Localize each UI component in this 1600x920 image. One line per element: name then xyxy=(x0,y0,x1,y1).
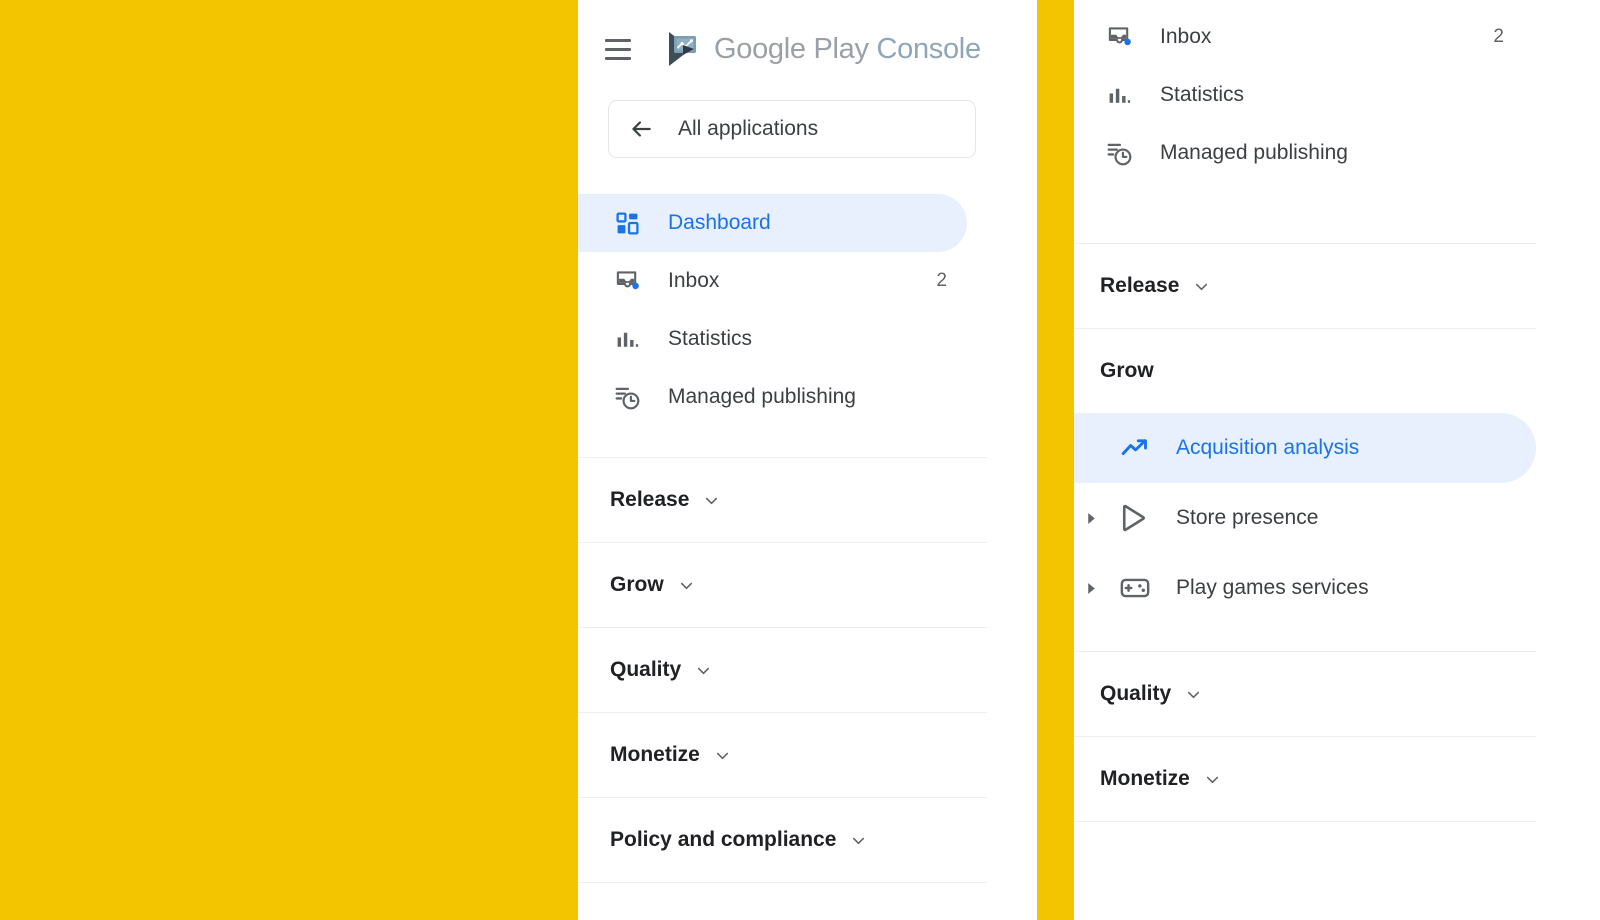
nav-group-monetize[interactable]: Monetize xyxy=(578,713,1037,797)
nav-group-label: Monetize xyxy=(610,743,700,767)
chevron-down-icon xyxy=(713,746,732,765)
managed-publishing-clock-icon xyxy=(610,384,644,411)
sidebar-item-label: Statistics xyxy=(668,327,752,351)
divider xyxy=(578,882,987,883)
sidebar-item-label: Dashboard xyxy=(668,211,771,235)
screenshot-root: Google Play Console All applications xyxy=(0,0,1600,920)
sidebar-item-label: Store presence xyxy=(1176,506,1318,530)
gamepad-icon xyxy=(1108,573,1162,603)
nav-group-grow[interactable]: Grow xyxy=(1074,329,1600,413)
trending-up-icon xyxy=(1108,433,1162,463)
nav-groups-right: Release Grow Acquisition analysis xyxy=(1074,243,1600,822)
chevron-down-icon xyxy=(1184,685,1203,704)
brand-word-console: Console xyxy=(876,33,980,65)
sidebar-item-managed-publishing[interactable]: Managed publishing xyxy=(578,368,967,426)
sidebar-item-badge: 2 xyxy=(1493,26,1504,48)
nav-groups-left: Release Grow Quality Mo xyxy=(578,457,1037,883)
nav-group-label: Release xyxy=(1100,274,1179,298)
brand-word-play: Play xyxy=(813,33,868,65)
sidebar-item-statistics[interactable]: Statistics xyxy=(578,310,967,368)
chevron-down-icon xyxy=(1192,277,1211,296)
sidebar-item-label: Managed publishing xyxy=(668,385,856,409)
navigation-panel-collapsed: Google Play Console All applications xyxy=(578,0,1037,920)
expand-triangle-icon[interactable] xyxy=(1074,512,1108,525)
nav-group-label: Policy and compliance xyxy=(610,828,836,852)
sidebar-item-inbox[interactable]: Inbox 2 xyxy=(578,252,967,310)
nav-group-monetize[interactable]: Monetize xyxy=(1074,737,1600,821)
all-applications-selector[interactable]: All applications xyxy=(608,100,976,158)
expand-triangle-icon[interactable] xyxy=(1074,582,1108,595)
inbox-tray-icon xyxy=(610,269,644,294)
bar-chart-icon xyxy=(610,327,644,352)
primary-nav-right: Inbox 2 Statistics xyxy=(1074,8,1600,182)
chevron-down-icon xyxy=(849,831,868,850)
chevron-down-icon xyxy=(1203,770,1222,789)
sidebar-item-badge: 2 xyxy=(936,270,947,292)
chevron-down-icon xyxy=(694,661,713,680)
sidebar-item-label: Play games services xyxy=(1176,576,1369,600)
chevron-down-icon xyxy=(702,491,721,510)
page-title: Google Play Console xyxy=(714,33,981,66)
navigation-panel-expanded: Inbox 2 Statistics xyxy=(1074,0,1600,920)
nav-group-quality[interactable]: Quality xyxy=(578,628,1037,712)
sidebar-item-managed-publishing[interactable]: Managed publishing xyxy=(1074,124,1536,182)
group-spacer xyxy=(1074,623,1600,651)
sidebar-item-dashboard[interactable]: Dashboard xyxy=(578,194,967,252)
sidebar-item-label: Statistics xyxy=(1160,83,1244,107)
brand-word-google: Google xyxy=(714,33,806,65)
yellow-backdrop-left xyxy=(0,0,578,920)
nav-group-label: Grow xyxy=(1100,359,1154,383)
sidebar-item-play-games-services[interactable]: Play games services xyxy=(1074,553,1536,623)
nav-group-label: Release xyxy=(610,488,689,512)
nav-group-label: Grow xyxy=(610,573,664,597)
nav-group-policy-and-compliance[interactable]: Policy and compliance xyxy=(578,798,1037,882)
dashboard-grid-icon xyxy=(610,211,644,236)
yellow-backdrop-right xyxy=(1037,0,1074,920)
all-applications-label: All applications xyxy=(678,117,818,141)
hamburger-menu-icon[interactable] xyxy=(596,27,640,71)
sidebar-item-acquisition-analysis[interactable]: Acquisition analysis xyxy=(1074,413,1536,483)
nav-group-grow[interactable]: Grow xyxy=(578,543,1037,627)
brand-header: Google Play Console xyxy=(578,0,1037,98)
nav-group-label: Quality xyxy=(610,658,681,682)
bar-chart-icon xyxy=(1102,83,1136,108)
nav-group-quality[interactable]: Quality xyxy=(1074,652,1600,736)
google-play-icon xyxy=(1108,503,1162,533)
back-arrow-icon xyxy=(628,116,654,142)
nav-group-label: Monetize xyxy=(1100,767,1190,791)
primary-nav-left: Dashboard Inbox 2 xyxy=(578,194,1037,426)
sidebar-item-label: Managed publishing xyxy=(1160,141,1348,165)
sidebar-item-statistics[interactable]: Statistics xyxy=(1074,66,1536,124)
sidebar-item-inbox[interactable]: Inbox 2 xyxy=(1074,8,1536,66)
divider xyxy=(1074,821,1536,822)
google-play-console-logo-icon xyxy=(660,27,704,71)
nav-group-label: Quality xyxy=(1100,682,1171,706)
nav-group-release[interactable]: Release xyxy=(1074,244,1600,328)
chevron-down-icon xyxy=(677,576,696,595)
managed-publishing-clock-icon xyxy=(1102,140,1136,167)
nav-group-release[interactable]: Release xyxy=(578,458,1037,542)
sidebar-item-label: Inbox xyxy=(1160,25,1211,49)
sidebar-item-label: Inbox xyxy=(668,269,719,293)
sidebar-item-store-presence[interactable]: Store presence xyxy=(1074,483,1536,553)
sidebar-item-label: Acquisition analysis xyxy=(1176,436,1359,460)
inbox-tray-icon xyxy=(1102,25,1136,50)
